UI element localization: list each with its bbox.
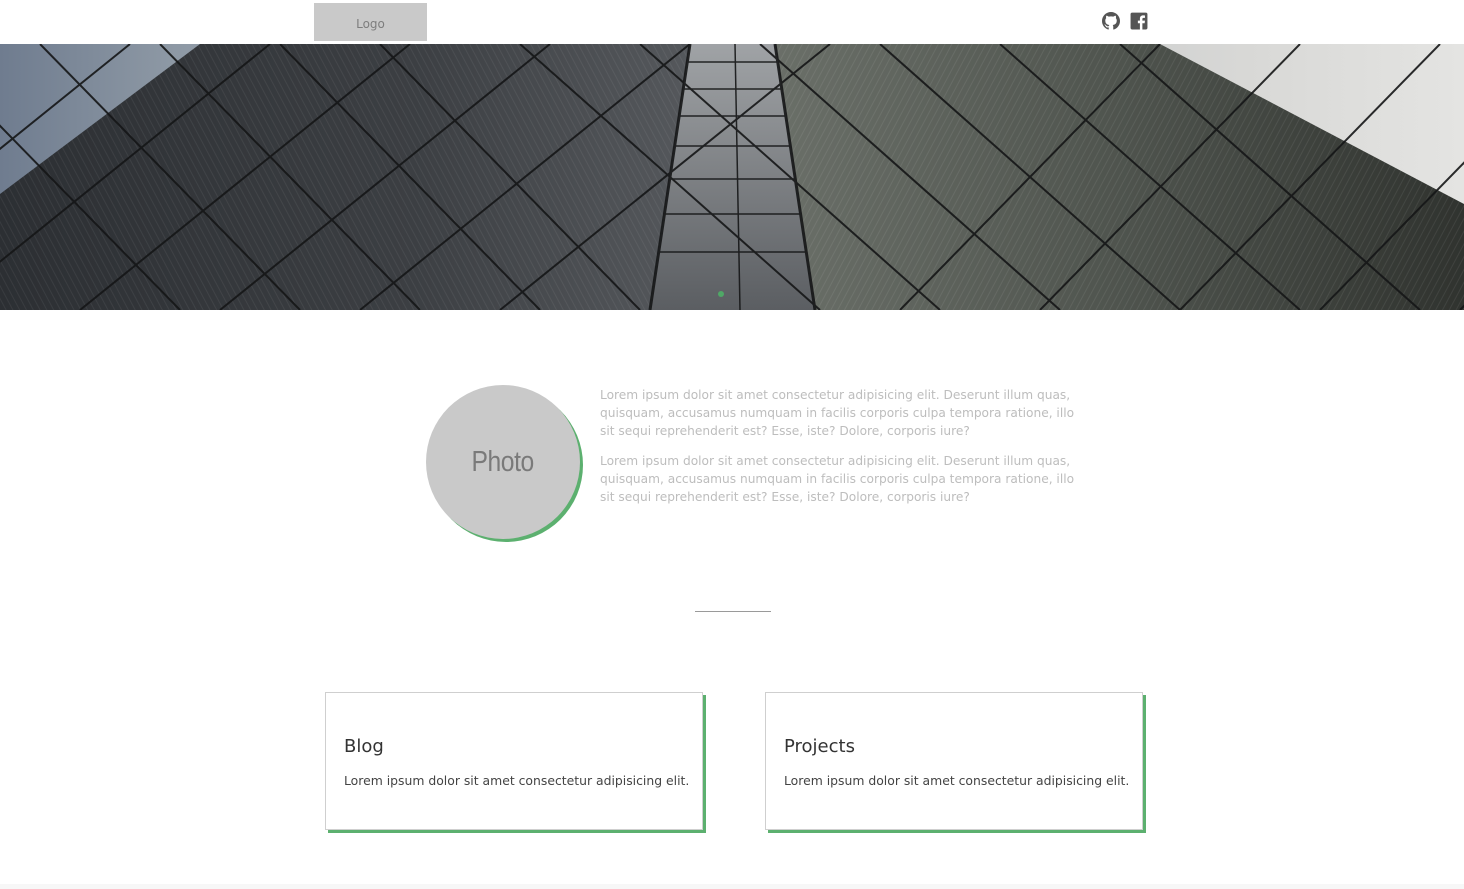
social-links bbox=[1102, 12, 1148, 30]
hero-banner bbox=[0, 44, 1464, 310]
facebook-link[interactable] bbox=[1130, 12, 1148, 30]
card-title: Projects bbox=[784, 736, 855, 757]
github-link[interactable] bbox=[1102, 12, 1120, 30]
github-icon bbox=[1102, 12, 1120, 30]
hero-image bbox=[0, 44, 1464, 310]
card-text: Lorem ipsum dolor sit amet consectetur a… bbox=[344, 773, 690, 788]
about-text: Lorem ipsum dolor sit amet consectetur a… bbox=[600, 386, 1080, 518]
about-paragraph: Lorem ipsum dolor sit amet consectetur a… bbox=[600, 388, 1075, 438]
card-title: Blog bbox=[344, 736, 384, 757]
carousel-indicator-dot[interactable] bbox=[718, 291, 724, 297]
photo-label: Photo bbox=[471, 445, 535, 478]
facebook-icon bbox=[1130, 12, 1148, 30]
site-header: Logo bbox=[0, 0, 1464, 44]
section-divider bbox=[695, 611, 771, 612]
about-paragraph: Lorem ipsum dolor sit amet consectetur a… bbox=[600, 454, 1075, 504]
card-text: Lorem ipsum dolor sit amet consectetur a… bbox=[784, 773, 1130, 788]
blog-card[interactable]: Blog Lorem ipsum dolor sit amet consecte… bbox=[325, 692, 703, 830]
profile-photo-placeholder: Photo bbox=[426, 385, 580, 539]
projects-card[interactable]: Projects Lorem ipsum dolor sit amet cons… bbox=[765, 692, 1143, 830]
logo[interactable]: Logo bbox=[314, 3, 427, 41]
footer-strip bbox=[0, 884, 1464, 889]
